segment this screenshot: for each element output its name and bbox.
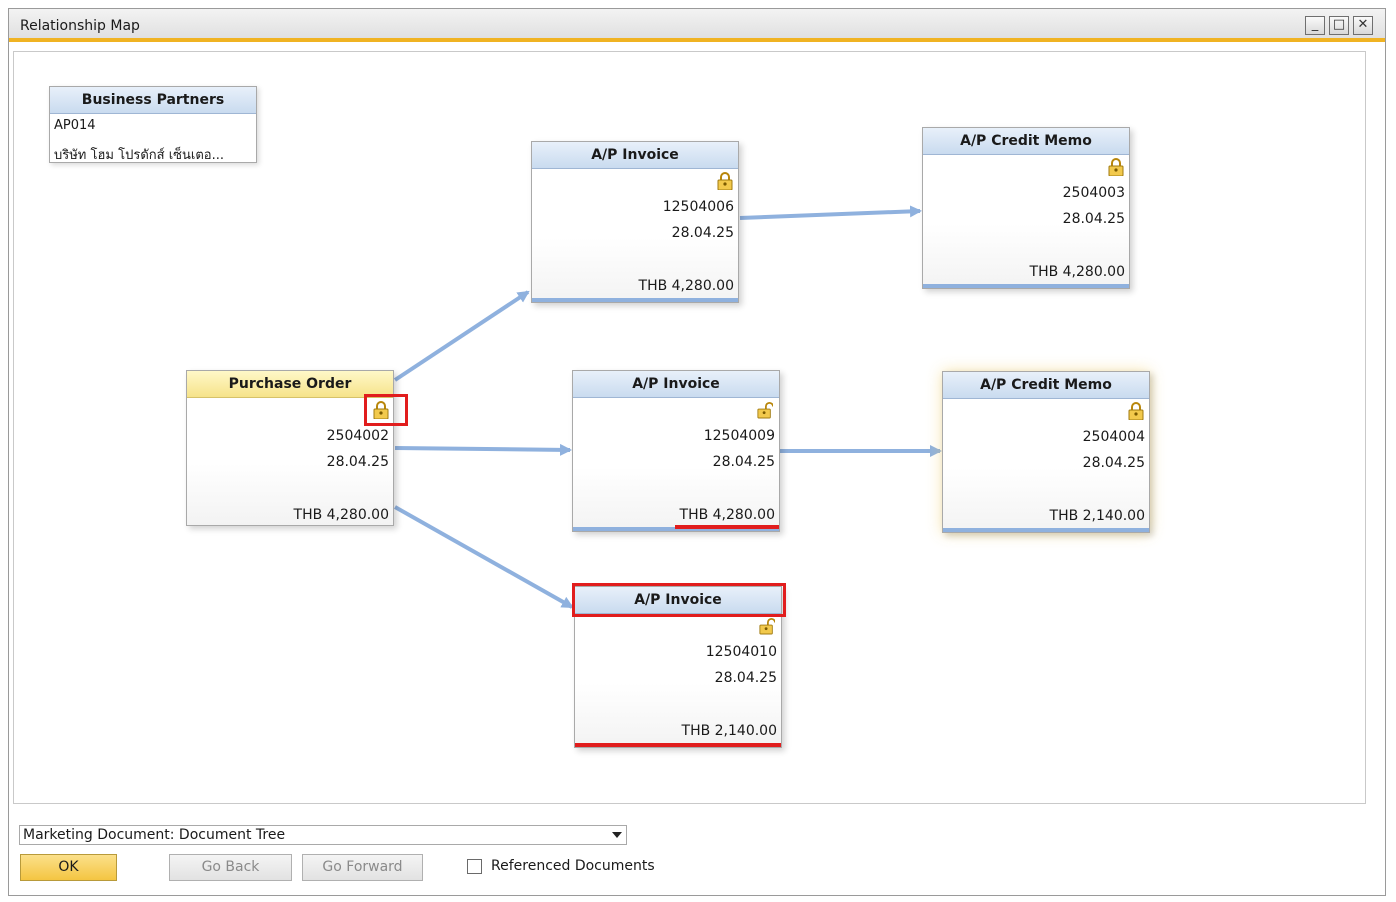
node-header: A/P Invoice bbox=[573, 371, 779, 398]
ok-button[interactable]: OK bbox=[20, 854, 117, 881]
node-header: A/P Invoice bbox=[532, 142, 738, 169]
document-number: 12504010 bbox=[705, 644, 777, 660]
business-partner-name: บริษัท โฮม โปรดักส์ เซ็นเตอ... bbox=[54, 148, 224, 163]
referenced-documents-label[interactable]: Referenced Documents bbox=[491, 858, 655, 874]
document-amount: THB 4,280.00 bbox=[679, 507, 775, 523]
document-number: 12504006 bbox=[662, 199, 734, 215]
document-number: 2504004 bbox=[1082, 429, 1145, 445]
node-header: Purchase Order bbox=[187, 371, 393, 398]
go-forward-button[interactable]: Go Forward bbox=[302, 854, 423, 881]
unlock-icon bbox=[759, 618, 775, 635]
lock-icon bbox=[717, 172, 733, 190]
ap-invoice-node-2[interactable]: A/P Invoice 12504009 28.04.25 THB 4,280.… bbox=[572, 370, 780, 532]
document-amount: THB 4,280.00 bbox=[638, 278, 734, 294]
document-date: 28.04.25 bbox=[326, 454, 389, 470]
document-date: 28.04.25 bbox=[1062, 211, 1125, 227]
document-number: 12504009 bbox=[703, 428, 775, 444]
arrow-invoice-1-to-credit-memo-1 bbox=[739, 205, 922, 220]
referenced-documents-checkbox[interactable] bbox=[467, 859, 482, 874]
ap-credit-memo-node-1[interactable]: A/P Credit Memo 2504003 28.04.25 THB 4,2… bbox=[922, 127, 1130, 289]
arrow-po-to-invoice-1 bbox=[393, 290, 530, 382]
lock-icon bbox=[1108, 158, 1124, 176]
lock-highlight-box bbox=[364, 394, 408, 426]
document-number: 2504003 bbox=[1062, 185, 1125, 201]
amount-highlight-line bbox=[675, 525, 779, 529]
go-back-button[interactable]: Go Back bbox=[169, 854, 292, 881]
business-partners-box[interactable]: Business Partners AP014 บริษัท โฮม โปรดั… bbox=[49, 86, 257, 163]
document-amount: THB 4,280.00 bbox=[1029, 264, 1125, 280]
document-amount: THB 2,140.00 bbox=[1049, 508, 1145, 524]
node-underline bbox=[923, 284, 1129, 288]
node-header: A/P Credit Memo bbox=[923, 128, 1129, 155]
arrow-po-to-invoice-2 bbox=[394, 443, 572, 456]
view-mode-select[interactable]: Marketing Document: Document Tree bbox=[19, 825, 627, 845]
chevron-down-icon[interactable] bbox=[612, 832, 622, 838]
document-date: 28.04.25 bbox=[712, 454, 775, 470]
document-date: 28.04.25 bbox=[671, 225, 734, 241]
lock-icon bbox=[1128, 402, 1144, 420]
document-date: 28.04.25 bbox=[714, 670, 777, 686]
view-mode-value: Marketing Document: Document Tree bbox=[23, 827, 286, 843]
business-partner-code: AP014 bbox=[54, 118, 96, 133]
document-amount: THB 2,140.00 bbox=[681, 723, 777, 739]
ap-invoice-node-1[interactable]: A/P Invoice 12504006 28.04.25 THB 4,280.… bbox=[531, 141, 739, 303]
unlock-icon bbox=[757, 402, 773, 419]
node-underline bbox=[532, 298, 738, 302]
node-header: A/P Credit Memo bbox=[943, 372, 1149, 399]
node-underline bbox=[943, 528, 1149, 532]
amount-highlight-line bbox=[575, 743, 781, 747]
purchase-order-node[interactable]: Purchase Order 2504002 28.04.25 THB 4,28… bbox=[186, 370, 394, 526]
ap-credit-memo-node-2[interactable]: A/P Credit Memo 2504004 28.04.25 THB 2,1… bbox=[942, 371, 1150, 533]
header-highlight-box bbox=[572, 583, 786, 617]
document-date: 28.04.25 bbox=[1082, 455, 1145, 471]
business-partners-header: Business Partners bbox=[50, 87, 256, 114]
document-amount: THB 4,280.00 bbox=[293, 507, 389, 523]
arrow-po-to-invoice-3 bbox=[394, 505, 574, 609]
document-number: 2504002 bbox=[326, 428, 389, 444]
